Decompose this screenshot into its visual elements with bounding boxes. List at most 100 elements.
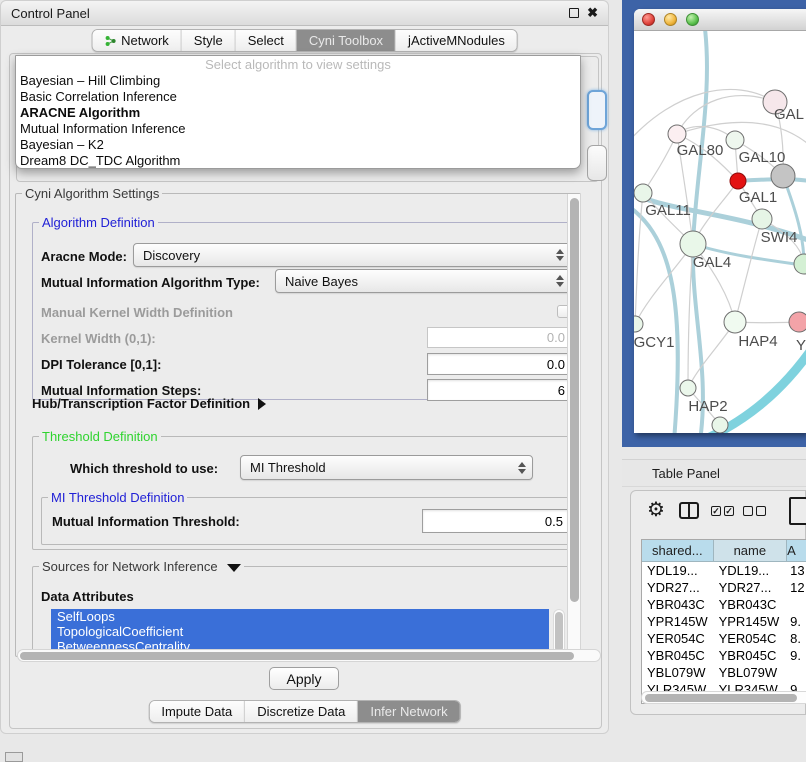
attribute-list-item[interactable]: TopologicalCoefficient: [51, 624, 549, 639]
float-window-icon[interactable]: [569, 8, 579, 18]
settings-vertical-scrollbar[interactable]: [567, 194, 581, 656]
apply-button[interactable]: Apply: [269, 667, 339, 690]
dropdown-item[interactable]: Basic Correlation Inference: [16, 89, 580, 105]
close-traffic-light-icon[interactable]: [642, 13, 655, 26]
network-canvas[interactable]: GALGAL80GAL10GAL1GAL11SWI4GAL4GCY1HAP4YH…: [634, 31, 806, 433]
tab-select[interactable]: Select: [236, 30, 297, 51]
columns-icon[interactable]: [679, 502, 699, 519]
mi-threshold-value: 0.5: [545, 514, 563, 529]
tab-style[interactable]: Style: [182, 30, 236, 51]
table-cell: YBR045C: [714, 647, 788, 664]
kernel-width-value: 0.0: [547, 330, 565, 345]
dropdown-item[interactable]: ARACNE Algorithm: [16, 105, 580, 121]
table-panel-titlebar: Table Panel: [622, 459, 806, 487]
table-row[interactable]: YDR27...YDR27...12: [642, 579, 806, 596]
tab-infer-network[interactable]: Infer Network: [358, 701, 459, 722]
attribute-list-item[interactable]: SelfLoops: [51, 609, 549, 624]
network-node-gal80[interactable]: [668, 125, 686, 143]
node-label: SWI4: [761, 229, 798, 246]
tab-network[interactable]: Network: [92, 30, 182, 51]
table-toolbar: ⚙ ✓✓: [631, 491, 805, 535]
combo-stepper-icon: [555, 244, 565, 266]
which-threshold-label: Which threshold to use:: [70, 461, 218, 476]
network-node-gal10[interactable]: [726, 131, 744, 149]
table-cell: YBR045C: [642, 647, 714, 664]
mi-threshold-field[interactable]: 0.5: [422, 509, 569, 533]
network-node[interactable]: [794, 254, 806, 274]
network-node-y[interactable]: [789, 312, 806, 332]
collapse-arrow-icon[interactable]: [227, 564, 241, 572]
aracne-mode-combo[interactable]: Discovery: [133, 243, 571, 267]
kernel-width-label: Kernel Width (0,1):: [41, 331, 156, 346]
network-node-swi4[interactable]: [752, 209, 772, 229]
expander-arrow-icon: [258, 398, 266, 410]
table-cell: YBR043C: [714, 596, 788, 613]
table-cell: [787, 664, 806, 681]
zoom-traffic-light-icon[interactable]: [686, 13, 699, 26]
table-row[interactable]: YDL19...YDL19...13: [642, 562, 806, 579]
node-label: GAL4: [693, 254, 731, 271]
table-horizontal-scrollbar[interactable]: [641, 691, 806, 704]
dropdown-item[interactable]: Bayesian – Hill Climbing: [16, 73, 580, 89]
combo-stepper-icon: [555, 270, 565, 292]
table-cell: YDL19...: [714, 562, 788, 579]
table-row[interactable]: YBR043CYBR043C: [642, 596, 806, 613]
minimize-traffic-light-icon[interactable]: [664, 13, 677, 26]
mi-steps-field[interactable]: 6: [427, 379, 571, 401]
close-icon[interactable]: ✖: [587, 8, 598, 18]
select-all-icon[interactable]: ✓✓: [711, 506, 734, 516]
dpi-tolerance-value: 0.0: [547, 357, 565, 372]
table-header-row[interactable]: shared...nameA: [642, 540, 806, 562]
column-header[interactable]: A: [787, 540, 806, 561]
network-node[interactable]: [771, 164, 795, 188]
export-table-icon[interactable]: [789, 497, 806, 525]
control-panel-window: Control Panel ✖ NetworkStyleSelectCyni T…: [0, 0, 609, 734]
mi-threshold-group: MI Threshold Definition Mutual Informati…: [41, 497, 571, 545]
table-row[interactable]: YBR045CYBR045C9.: [642, 647, 806, 664]
table-cell: YDL19...: [642, 562, 714, 579]
node-table[interactable]: shared...nameA YDL19...YDL19...13YDR27..…: [641, 539, 806, 704]
table-row[interactable]: YBL079WYBL079W: [642, 664, 806, 681]
column-header[interactable]: shared...: [642, 540, 714, 561]
dpi-tolerance-field[interactable]: 0.0: [427, 353, 571, 375]
inference-algorithm-combo-fragment[interactable]: [587, 90, 607, 130]
network-node-gcy1[interactable]: [634, 316, 643, 332]
which-threshold-combo[interactable]: MI Threshold: [240, 455, 533, 480]
hub-definition-expander[interactable]: Hub/Transcription Factor Definition: [32, 396, 266, 411]
table-row[interactable]: YPR145WYPR145W9.: [642, 613, 806, 630]
dropdown-item[interactable]: Mutual Information Inference: [16, 121, 580, 137]
tab-label: Cyni Toolbox: [309, 33, 383, 48]
table-panel-title: Table Panel: [622, 466, 720, 481]
tab-cyni-toolbox[interactable]: Cyni Toolbox: [297, 30, 396, 51]
node-label: GCY1: [634, 334, 674, 351]
gear-icon[interactable]: ⚙: [647, 500, 665, 520]
table-cell: 8.: [787, 630, 806, 647]
column-header[interactable]: name: [714, 540, 788, 561]
threshold-definition-title: Threshold Definition: [39, 429, 161, 444]
table-cell: 13: [787, 562, 806, 579]
network-node-gal1[interactable]: [730, 173, 746, 189]
network-node-gal11[interactable]: [634, 184, 652, 202]
sources-group: Sources for Network Inference Data Attri…: [32, 566, 578, 656]
dropdown-item[interactable]: Dream8 DC_TDC Algorithm: [16, 153, 580, 169]
node-label: Y: [796, 337, 806, 354]
table-cell: YPR145W: [642, 613, 714, 630]
network-node-hap2[interactable]: [680, 380, 696, 396]
tab-discretize-data[interactable]: Discretize Data: [245, 701, 358, 722]
settings-horizontal-scrollbar[interactable]: [17, 649, 601, 662]
tab-impute-data[interactable]: Impute Data: [149, 701, 245, 722]
hidden-combo-fragment[interactable]: [587, 145, 607, 181]
kernel-width-field[interactable]: 0.0: [427, 327, 571, 348]
algorithm-definition-title: Algorithm Definition: [39, 215, 158, 230]
deselect-all-icon[interactable]: [743, 506, 766, 516]
tab-jactivemnodules[interactable]: jActiveMNodules: [396, 30, 517, 51]
mi-algorithm-type-combo[interactable]: Naive Bayes: [275, 269, 571, 293]
network-node-hap4[interactable]: [724, 311, 746, 333]
network-node[interactable]: [712, 417, 728, 433]
node-label: GAL80: [677, 142, 724, 159]
dropdown-item[interactable]: Bayesian – K2: [16, 137, 580, 153]
threshold-definition-group: Threshold Definition Which threshold to …: [32, 436, 578, 550]
minimized-panel-chip[interactable]: [5, 752, 23, 762]
table-row[interactable]: YER054CYER054C8.: [642, 630, 806, 647]
cyni-algorithm-settings-group: Cyni Algorithm Settings Algorithm Defini…: [15, 193, 581, 657]
